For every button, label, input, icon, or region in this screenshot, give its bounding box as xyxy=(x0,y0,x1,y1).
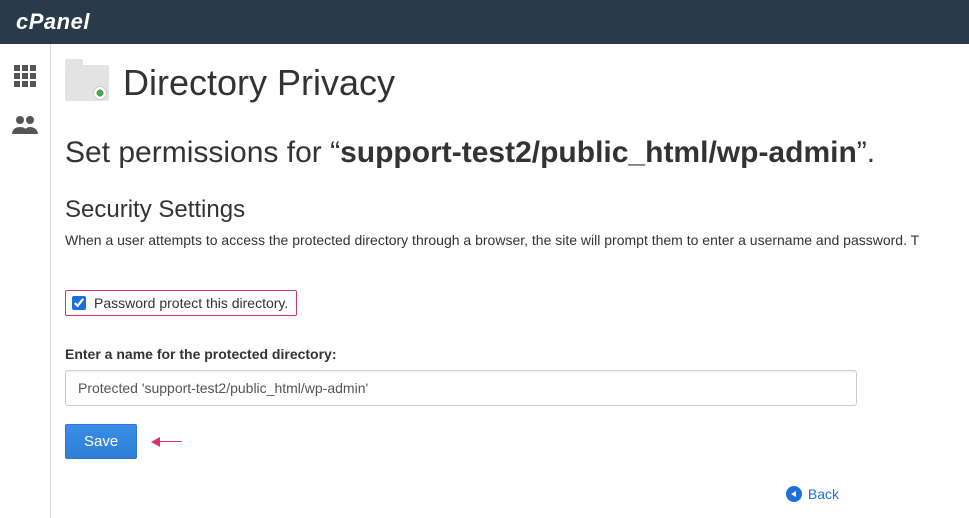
body-wrap: Directory Privacy Set permissions for “s… xyxy=(0,44,969,518)
topbar: cPanel xyxy=(0,0,969,44)
directory-privacy-icon xyxy=(65,65,109,101)
password-protect-label[interactable]: Password protect this directory. xyxy=(94,295,288,311)
page-title: Directory Privacy xyxy=(123,62,395,104)
main-content: Directory Privacy Set permissions for “s… xyxy=(51,44,969,518)
perm-prefix: Set permissions for “ xyxy=(65,136,340,169)
permissions-heading: Set permissions for “support-test2/publi… xyxy=(65,136,969,170)
cpanel-logo: cPanel xyxy=(16,9,90,35)
back-arrow-icon xyxy=(786,486,802,502)
left-rail xyxy=(0,44,51,518)
back-link[interactable]: Back xyxy=(786,486,839,502)
perm-suffix: ”. xyxy=(857,136,875,169)
users-icon[interactable] xyxy=(11,115,39,138)
protected-name-input[interactable] xyxy=(65,370,857,406)
security-settings-heading: Security Settings xyxy=(65,196,969,224)
protected-name-label: Enter a name for the protected directory… xyxy=(65,346,969,362)
save-row: Save xyxy=(65,424,969,459)
arrow-annotation-icon xyxy=(151,437,182,447)
apps-grid-icon[interactable] xyxy=(13,64,37,91)
back-label: Back xyxy=(808,486,839,502)
password-protect-checkbox-row: Password protect this directory. xyxy=(65,290,297,316)
page-title-row: Directory Privacy xyxy=(65,62,969,104)
perm-path: support-test2/public_html/wp-admin xyxy=(340,136,857,169)
security-settings-description: When a user attempts to access the prote… xyxy=(65,232,969,248)
password-protect-checkbox[interactable] xyxy=(72,296,86,310)
save-button[interactable]: Save xyxy=(65,424,137,459)
